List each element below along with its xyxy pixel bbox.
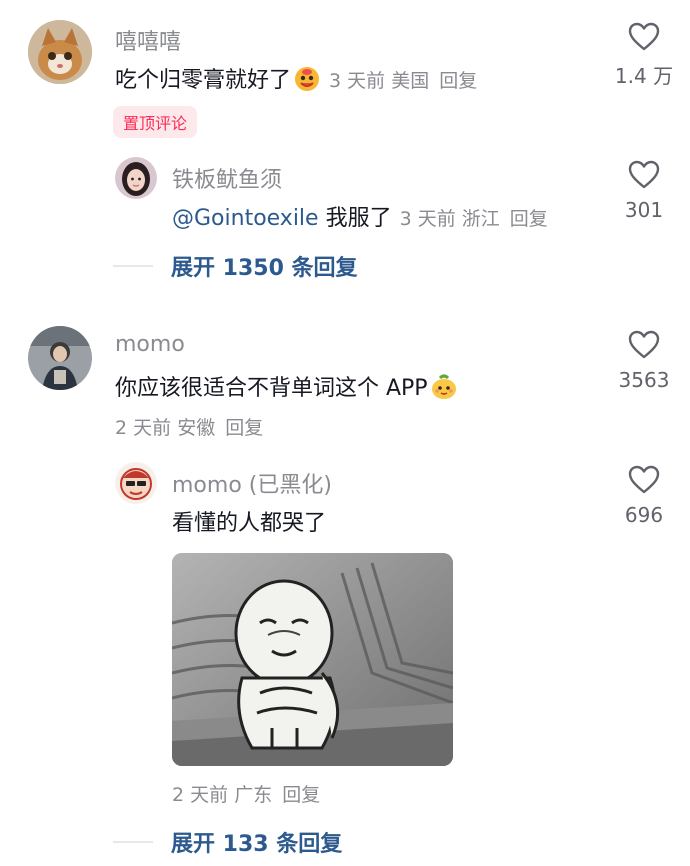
sticker-image — [172, 553, 453, 766]
expand-replies-button[interactable]: 展开 133 条回复 — [113, 826, 342, 858]
comment-text-content: 吃个归零膏就好了 — [115, 68, 292, 93]
heart-outline-icon — [628, 160, 660, 189]
comment-meta: 3 天前 美国 回复 — [329, 70, 477, 92]
mention-link[interactable]: @Gointoexile — [172, 206, 319, 231]
reply-username[interactable]: 铁板鱿鱼须 — [172, 162, 282, 194]
smiling-face-emoji — [293, 64, 321, 98]
comment-meta: 2 天前 安徽 回复 — [115, 413, 263, 440]
divider — [113, 841, 153, 843]
like-count: 696 — [624, 503, 664, 527]
avatar[interactable] — [28, 20, 92, 84]
like-count: 301 — [624, 198, 664, 222]
comment-username[interactable]: 嘻嘻嘻 — [115, 24, 181, 56]
comment-username[interactable]: momo — [115, 332, 185, 357]
cute-fruit-emoji — [430, 372, 458, 406]
person-avatar-icon — [28, 326, 92, 390]
reply-meta: 2 天前 广东 回复 — [172, 780, 320, 807]
comment-location: 安徽 — [177, 417, 216, 439]
comment-location: 美国 — [391, 70, 430, 92]
cat-avatar-icon — [28, 20, 92, 84]
reply-time: 2 天前 — [172, 784, 229, 806]
girl-avatar-icon — [115, 157, 157, 199]
comment-text-content: 你应该很适合不背单词这个 APP — [115, 376, 428, 401]
comment-text: 你应该很适合不背单词这个 APP — [115, 370, 458, 406]
reply-button[interactable]: 回复 — [510, 208, 548, 230]
expand-replies-label: 展开 133 条回复 — [171, 832, 343, 857]
reply-location: 浙江 — [461, 208, 500, 230]
expand-replies-label: 展开 1350 条回复 — [171, 256, 358, 281]
avatar[interactable] — [115, 157, 157, 199]
heart-outline-icon — [628, 330, 660, 359]
avatar[interactable] — [28, 326, 92, 390]
reply-button[interactable]: 回复 — [225, 417, 263, 439]
reply-meta: 3 天前 浙江 回复 — [400, 208, 548, 230]
like-count: 3563 — [618, 368, 670, 392]
reply-text: @Gointoexile 我服了 3 天前 浙江 回复 — [172, 200, 548, 232]
like-button[interactable]: 3563 — [604, 330, 684, 392]
divider — [113, 265, 153, 267]
expand-replies-button[interactable]: 展开 1350 条回复 — [113, 250, 358, 282]
comment-text: 吃个归零膏就好了 3 天前 美国 回复 — [115, 62, 477, 98]
comment-time: 2 天前 — [115, 417, 172, 439]
heart-outline-icon — [628, 465, 660, 494]
reply-text: 看懂的人都哭了 — [172, 511, 327, 536]
pinned-badge: 置顶评论 — [113, 106, 198, 138]
like-button[interactable]: 301 — [604, 160, 684, 222]
reply-button[interactable]: 回复 — [439, 70, 477, 92]
like-button[interactable]: 696 — [604, 465, 684, 527]
like-button[interactable]: 1.4 万 — [604, 22, 684, 89]
reply-location: 广东 — [234, 784, 273, 806]
heart-outline-icon — [628, 22, 660, 51]
reply-text-content: 我服了 — [325, 206, 392, 231]
reply-button[interactable]: 回复 — [282, 784, 320, 806]
crying-meme-sticker[interactable] — [172, 553, 453, 766]
comment-time: 3 天前 — [329, 70, 386, 92]
like-count: 1.4 万 — [614, 64, 674, 88]
cartoon-avatar-icon — [115, 462, 157, 504]
avatar[interactable] — [115, 462, 157, 504]
reply-time: 3 天前 — [399, 208, 456, 230]
reply-username[interactable]: momo (已黑化) — [172, 467, 332, 499]
